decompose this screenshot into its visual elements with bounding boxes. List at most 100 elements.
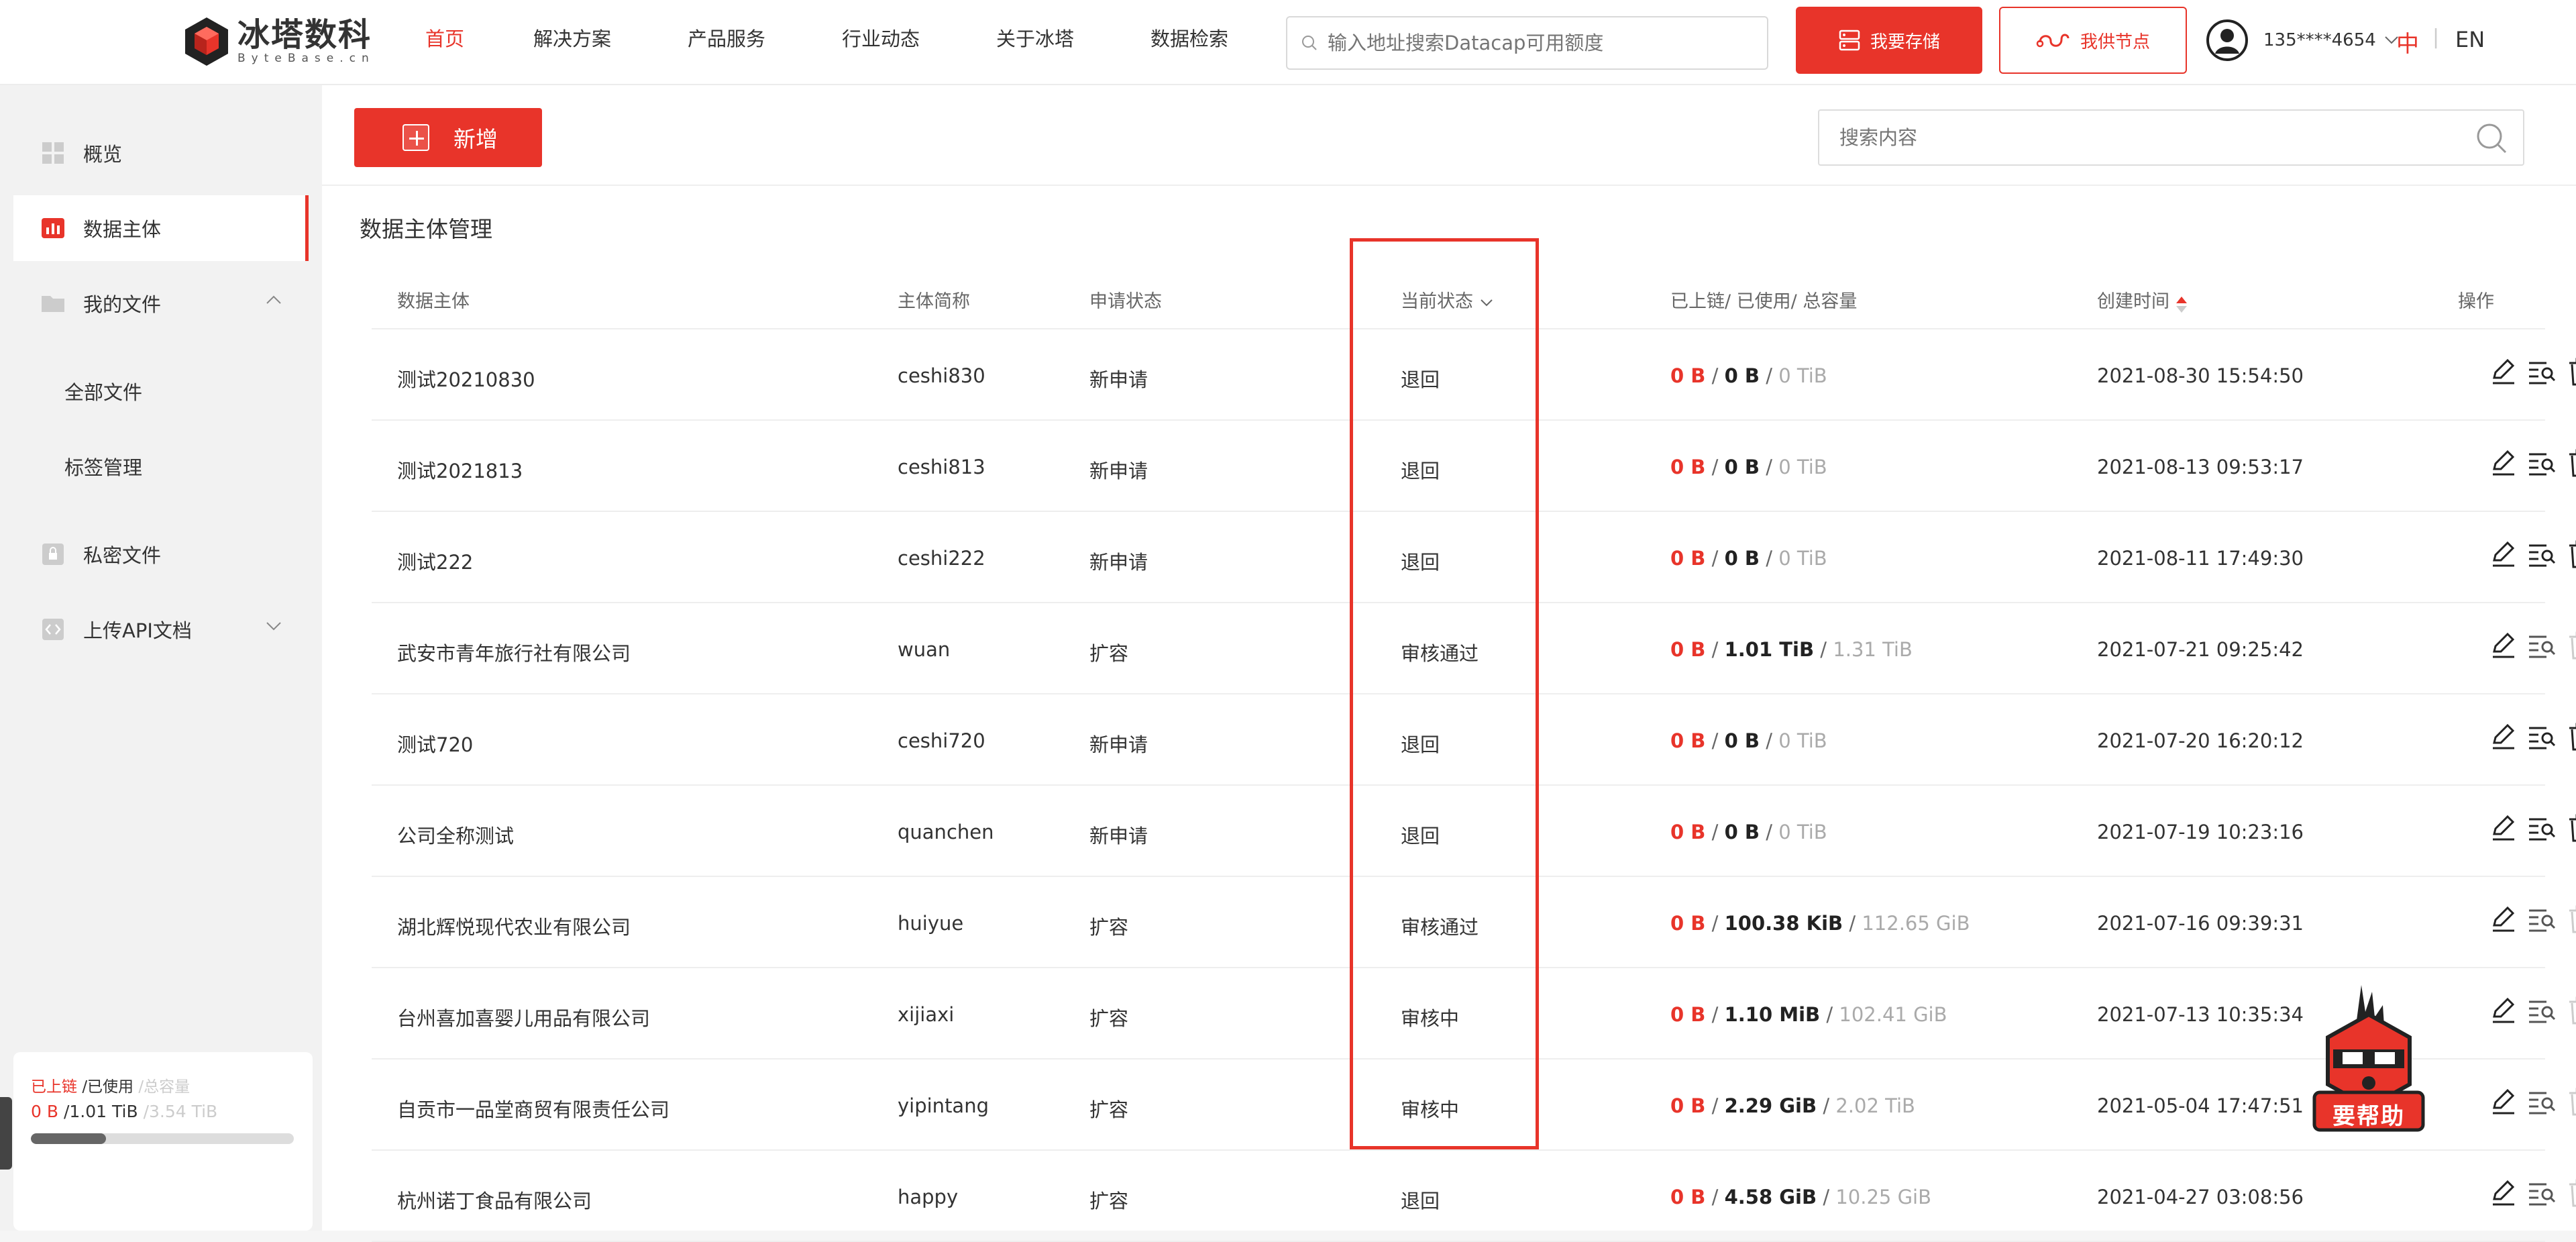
sidebar-item-data-subject[interactable]: 数据主体 <box>13 195 309 261</box>
capacity-used: 4.58 GiB <box>1724 1186 1817 1208</box>
view-detail-icon[interactable] <box>2526 356 2557 387</box>
sidebar-item-upload-api-docs[interactable]: 上传API文档 <box>13 597 309 662</box>
edit-icon[interactable] <box>2487 721 2518 752</box>
edit-icon[interactable] <box>2487 539 2518 570</box>
content-search-input[interactable] <box>1839 126 2470 149</box>
lang-zh[interactable]: 中 <box>2396 25 2419 58</box>
view-detail-icon[interactable] <box>2526 995 2557 1026</box>
quota-label-used: /已使用 <box>82 1078 134 1096</box>
view-detail-icon[interactable] <box>2526 630 2557 661</box>
cell-short-name: happy <box>898 1186 959 1208</box>
help-widget[interactable]: 要帮助 <box>2309 985 2428 1134</box>
sidebar-item-private-files[interactable]: 私密文件 <box>13 521 309 587</box>
cell-apply-status: 新申请 <box>1089 551 1148 574</box>
cell-subject: 测试20210830 <box>397 368 535 391</box>
capacity-total: 0 TiB <box>1778 364 1827 387</box>
delete-icon[interactable] <box>2565 448 2576 478</box>
cell-apply-status: 扩容 <box>1089 1098 1129 1121</box>
address-search-input[interactable] <box>1328 32 1743 54</box>
view-detail-icon[interactable] <box>2526 448 2557 478</box>
collapse-handle[interactable] <box>0 1097 12 1170</box>
capacity-used: 2.29 GiB <box>1724 1094 1817 1117</box>
search-icon[interactable] <box>2475 121 2508 155</box>
view-detail-icon[interactable] <box>2526 721 2557 752</box>
cell-short-name: quanchen <box>898 821 994 843</box>
capacity-total: 2.02 TiB <box>1835 1094 1915 1117</box>
nav-products[interactable]: 产品服务 <box>649 0 804 85</box>
edit-icon[interactable] <box>2487 813 2518 843</box>
header-created-time[interactable]: 创建时间 <box>2097 287 2187 313</box>
lock-icon <box>42 544 64 565</box>
delete-icon <box>2565 1178 2576 1208</box>
edit-icon[interactable] <box>2487 904 2518 935</box>
logo[interactable]: 冰塔数科 ByteBase.cn <box>182 15 375 68</box>
add-button[interactable]: 新增 <box>354 108 542 167</box>
user-menu[interactable]: 135****4654 <box>2206 19 2399 62</box>
header-short-name: 主体简称 <box>898 291 970 312</box>
view-detail-icon[interactable] <box>2526 904 2557 935</box>
quota-total: /3.54 TiB <box>143 1102 218 1121</box>
row-actions <box>2487 813 2576 843</box>
quota-used: /1.01 TiB <box>63 1102 138 1121</box>
sidebar-item-label: 我的文件 <box>83 293 162 316</box>
edit-icon[interactable] <box>2487 1086 2518 1117</box>
header-apply-status: 申请状态 <box>1089 291 1162 312</box>
cell-short-name: ceshi813 <box>898 456 985 478</box>
cell-capacity: 0 B / 1.01 TiB / 1.31 TiB <box>1670 638 1913 661</box>
edit-icon[interactable] <box>2487 448 2518 478</box>
logo-name: 冰塔数科 <box>237 16 372 54</box>
cell-subject: 公司全称测试 <box>397 825 515 847</box>
sidebar-item-all-files[interactable]: 全部文件 <box>13 358 309 424</box>
cell-created-time: 2021-07-16 09:39:31 <box>2097 912 2304 935</box>
quota-label-total: /总容量 <box>138 1078 191 1096</box>
capacity-onchain: 0 B <box>1670 364 1706 387</box>
nav-home[interactable]: 首页 <box>394 0 495 85</box>
nav-solutions[interactable]: 解决方案 <box>495 0 649 85</box>
cell-capacity: 0 B / 100.38 KiB / 112.65 GiB <box>1670 912 1970 935</box>
sidebar-item-my-files[interactable]: 我的文件 <box>13 270 309 336</box>
delete-icon[interactable] <box>2565 539 2576 570</box>
edit-icon[interactable] <box>2487 995 2518 1026</box>
folder-icon <box>42 296 64 312</box>
edit-icon[interactable] <box>2487 356 2518 387</box>
chevron-up-icon <box>266 295 281 304</box>
delete-icon[interactable] <box>2565 813 2576 843</box>
lang-en[interactable]: EN <box>2455 27 2485 52</box>
store-button[interactable]: 我要存储 <box>1796 7 1982 74</box>
view-detail-icon[interactable] <box>2526 539 2557 570</box>
capacity-used: 1.10 MiB <box>1724 1003 1821 1026</box>
cell-apply-status: 扩容 <box>1089 916 1129 939</box>
address-search-box[interactable] <box>1286 16 1768 70</box>
cell-short-name: huiyue <box>898 912 964 935</box>
cell-apply-status: 新申请 <box>1089 825 1148 847</box>
nav-about[interactable]: 关于冰塔 <box>958 0 1112 85</box>
view-detail-icon[interactable] <box>2526 1178 2557 1208</box>
sidebar-item-label: 上传API文档 <box>83 619 192 642</box>
delete-icon[interactable] <box>2565 721 2576 752</box>
user-phone: 135****4654 <box>2263 30 2376 50</box>
delete-icon[interactable] <box>2565 356 2576 387</box>
quota-values: 0 B /1.01 TiB /3.54 TiB <box>31 1102 295 1121</box>
cell-capacity: 0 B / 0 B / 0 TiB <box>1670 821 1827 843</box>
capacity-onchain: 0 B <box>1670 1094 1706 1117</box>
capacity-onchain: 0 B <box>1670 821 1706 843</box>
nav-industry-news[interactable]: 行业动态 <box>804 0 958 85</box>
view-detail-icon[interactable] <box>2526 813 2557 843</box>
capacity-total: 10.25 GiB <box>1835 1186 1931 1208</box>
edit-icon[interactable] <box>2487 630 2518 661</box>
quota-onchain: 0 B <box>31 1102 59 1121</box>
sidebar-item-tag-management[interactable]: 标签管理 <box>13 433 309 499</box>
quota-label-onchain: 已上链 <box>31 1078 77 1096</box>
cell-capacity: 0 B / 2.29 GiB / 2.02 TiB <box>1670 1094 1915 1117</box>
chevron-down-icon <box>266 622 281 631</box>
cell-subject: 测试2021813 <box>397 460 523 482</box>
delete-icon <box>2565 995 2576 1026</box>
edit-icon[interactable] <box>2487 1178 2518 1208</box>
row-actions <box>2487 904 2576 935</box>
sidebar-item-overview[interactable]: 概览 <box>13 120 309 186</box>
content-search-box[interactable] <box>1818 109 2524 166</box>
view-detail-icon[interactable] <box>2526 1086 2557 1117</box>
cell-subject: 测试720 <box>397 733 474 756</box>
node-button[interactable]: 我供节点 <box>1999 7 2187 74</box>
nav-data-search[interactable]: 数据检索 <box>1112 0 1267 85</box>
